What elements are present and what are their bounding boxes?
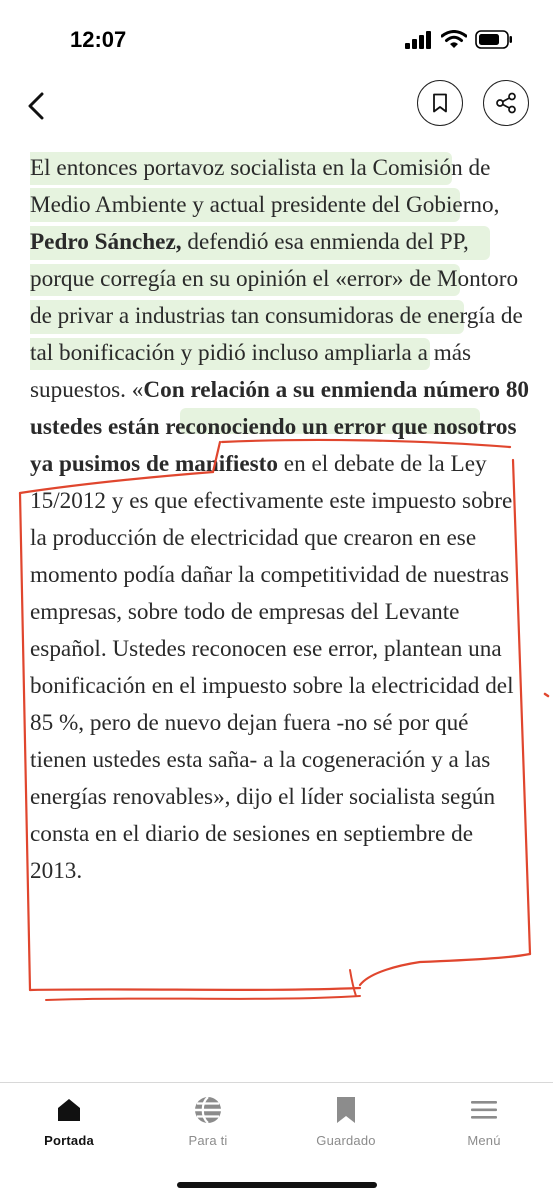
tab-label: Menú: [467, 1133, 501, 1148]
article-nav-bar: [0, 78, 553, 134]
battery-icon: [475, 30, 512, 49]
tab-para-ti[interactable]: Para ti: [148, 1095, 268, 1148]
menu-icon: [471, 1101, 497, 1119]
tab-label: Portada: [44, 1133, 94, 1148]
home-indicator: [177, 1182, 377, 1188]
article-body: El entonces portavoz socialista en la Co…: [30, 150, 530, 1080]
globe-icon: [195, 1096, 221, 1124]
article-text-segment: en el debate de la Ley 15/2012 y es que …: [30, 451, 514, 884]
wifi-icon: [441, 30, 467, 48]
home-icon: [58, 1099, 80, 1121]
bookmark-icon: [337, 1097, 355, 1123]
article-text-segment: El entonces portavoz socialista en la Co…: [30, 155, 500, 218]
status-icons: [405, 30, 513, 49]
tab-label: Guardado: [316, 1133, 376, 1148]
share-icon: [496, 92, 516, 114]
cellular-signal-icon: [405, 30, 431, 49]
tab-guardado[interactable]: Guardado: [286, 1095, 406, 1148]
tab-label: Para ti: [188, 1133, 228, 1148]
tab-portada[interactable]: Portada: [9, 1095, 129, 1148]
status-time: 12:07: [70, 27, 127, 52]
bottom-tab-bar: Portada Para ti Guardado Menú: [0, 1082, 553, 1201]
chevron-left-icon: [28, 92, 44, 120]
bookmark-button[interactable]: [417, 80, 463, 126]
back-button[interactable]: [18, 84, 54, 128]
tab-menu[interactable]: Menú: [424, 1095, 544, 1148]
bookmark-icon: [433, 93, 447, 113]
share-button[interactable]: [483, 80, 529, 126]
status-bar: 12:07: [0, 0, 553, 80]
article-paragraph: El entonces portavoz socialista en la Co…: [30, 150, 530, 890]
article-bold-segment: Pedro Sánchez,: [30, 229, 182, 255]
